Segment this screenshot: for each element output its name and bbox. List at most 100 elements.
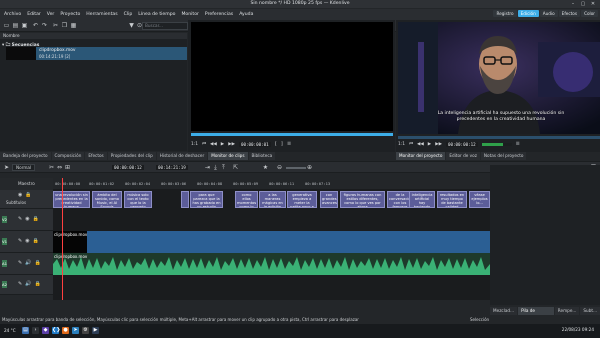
subtitle-clip[interactable]: como ellos momentos como lo consigue (235, 191, 258, 208)
video-clip-v1[interactable]: clipdropbox.mov (53, 231, 490, 253)
edit-mode-select[interactable]: Normal (12, 164, 36, 171)
prev-marker-icon[interactable]: ⏮ (202, 141, 206, 147)
project-zoom[interactable]: 1:1 (398, 142, 405, 147)
subtitle-clip[interactable]: figuras humanas con estilos diferentes, … (340, 191, 385, 208)
subtitle-clip[interactable]: generativa empieza a meter la patita poc… (287, 191, 317, 208)
filter-icon[interactable]: ▼ (128, 22, 135, 29)
maximize-icon[interactable]: ▢ (580, 1, 586, 7)
menu-preferencias[interactable]: Preferencias (205, 12, 233, 17)
edit-icon[interactable]: ✎ (18, 238, 22, 244)
kdenlive-icon[interactable]: ▶ (92, 327, 99, 334)
tab-biblioteca[interactable]: Biblioteca (248, 152, 276, 160)
track-header-subtitles[interactable]: Subtítulos ◉ 🔒 (0, 190, 53, 209)
lock-icon[interactable]: 🔒 (34, 260, 40, 266)
tab-mezclador[interactable]: Mezclad... (490, 307, 518, 315)
open-icon[interactable]: ▤ (12, 22, 19, 29)
menu-proyecto[interactable]: Proyecto (60, 12, 80, 17)
layout-edicion[interactable]: Edición (517, 10, 539, 17)
lock-icon[interactable]: 🔒 (33, 216, 39, 222)
cut-icon[interactable]: ✂ (52, 22, 59, 29)
spacer-icon[interactable]: ⇔ (56, 164, 63, 171)
clip-timecode[interactable]: 00:00:00:01 (238, 141, 271, 147)
audio-clip-a1[interactable]: clipdropbox.mov (53, 253, 490, 275)
settings-icon[interactable]: ⚙ (82, 327, 89, 334)
minimize-icon[interactable]: – (570, 1, 576, 7)
zoom-in-icon[interactable]: ⊕ (306, 164, 313, 171)
rewind-icon[interactable]: ◀◀ (417, 142, 424, 147)
project-menu-icon[interactable]: ☰ (516, 142, 520, 147)
menu-ver[interactable]: Ver (47, 12, 55, 17)
menu-herramientas[interactable]: Herramientas (86, 12, 117, 17)
bin-clip-item[interactable]: clipdropbox.mov 00:14:21:19 [2] (6, 47, 187, 60)
in-point-icon[interactable]: ⟦ (275, 142, 277, 147)
tab-pila-efectos[interactable]: Pila de efecto... (518, 307, 554, 321)
playhead[interactable] (62, 178, 63, 300)
lock-icon[interactable]: 🔒 (25, 192, 31, 198)
copy-icon[interactable]: ❐ (61, 22, 68, 29)
timeline-ruler[interactable]: 00:00:00:00 00:00:01:02 00:00:02:04 00:0… (53, 178, 490, 189)
timeline-position[interactable]: 00:00:00:12 (112, 165, 144, 170)
tab-monitor-clips[interactable]: Monitor de clips (208, 152, 248, 160)
lift-icon[interactable]: ⤒ (220, 164, 227, 171)
favorite-icon[interactable]: ★ (262, 164, 269, 171)
layout-registro[interactable]: Registro (493, 10, 517, 17)
tab-propiedades-clip[interactable]: Propiedades del clip (107, 152, 156, 160)
eye-icon[interactable]: ◉ (18, 192, 22, 198)
subtitle-clip[interactable]: una revolución sin precedentes en la cre… (53, 191, 90, 208)
paste-icon[interactable]: ▦ (70, 22, 77, 29)
app-icon[interactable]: ◆ (42, 327, 49, 334)
track-header-v1[interactable]: V1 ✎ ◉ 🔒 (0, 231, 53, 253)
subtitle-clip[interactable]: ámbito del sonido, como Music, el AI Sou… (92, 191, 122, 208)
play-icon[interactable]: ▶ (428, 142, 431, 147)
save-icon[interactable]: ▣ (21, 22, 28, 29)
undo-icon[interactable]: ↶ (32, 22, 39, 29)
overwrite-icon[interactable]: ⤓ (212, 164, 219, 171)
snap-icon[interactable]: ⊞ (64, 164, 71, 171)
play-icon[interactable]: ▶ (221, 142, 224, 147)
tab-bandeja-proyecto[interactable]: Bandeja del proyecto (0, 152, 51, 160)
subtitle-clip[interactable]: para que parezca que la has grabado en u… (190, 191, 223, 208)
menu-archivo[interactable]: Archivo (4, 12, 21, 17)
menu-monitor[interactable]: Monitor (181, 12, 198, 17)
tab-subt[interactable]: Subt... (580, 307, 600, 315)
subtitle-clip[interactable]: véase ejemplos lo... (469, 191, 490, 208)
tab-historial[interactable]: Historial de deshacer (156, 152, 208, 160)
subtitle-clip[interactable]: resultados en muy tiempo de bastante cal… (437, 191, 467, 208)
files-icon[interactable]: ▤ (22, 327, 29, 334)
eye-icon[interactable]: ◉ (25, 238, 29, 244)
tab-editor-voz[interactable]: Editor de voz (446, 152, 480, 160)
edit-icon[interactable]: ✎ (18, 260, 22, 266)
zoom-out-icon[interactable]: ⊖ (276, 164, 283, 171)
extract-icon[interactable]: ⇱ (232, 164, 239, 171)
track-header-v2[interactable]: V2 ✎ ◉ 🔒 (0, 209, 53, 231)
clip-monitor-screen[interactable] (191, 22, 393, 131)
out-point-icon[interactable]: ⟧ (281, 142, 283, 147)
timeline-zoom-slider[interactable] (286, 167, 306, 169)
clip-zoom[interactable]: 1:1 (191, 142, 198, 147)
tab-rempe[interactable]: Rempe... (554, 307, 580, 315)
subtitle-clip[interactable] (181, 191, 189, 208)
lock-icon[interactable]: 🔒 (33, 238, 39, 244)
edit-icon[interactable]: ✎ (18, 216, 22, 222)
layout-audio[interactable]: Audio (539, 10, 558, 17)
telegram-icon[interactable]: ➤ (72, 327, 79, 334)
project-monitor-screen[interactable]: La inteligencia artificial ha supuesto u… (398, 22, 600, 134)
insert-icon[interactable]: ⇥ (204, 164, 211, 171)
lock-icon[interactable]: 🔒 (34, 281, 40, 287)
tab-efectos[interactable]: Efectos (85, 152, 107, 160)
project-timecode[interactable]: 00:00:00:12 (445, 141, 478, 147)
eye-icon[interactable]: ◉ (25, 216, 29, 222)
subtitle-clip[interactable]: inteligencia artificial hay haciendo con… (409, 191, 435, 208)
menu-ayuda[interactable]: Ayuda (239, 12, 253, 17)
track-header-a1[interactable]: A1 ✎ 🔊 🔒 (0, 253, 53, 275)
rewind-icon[interactable]: ◀◀ (210, 142, 217, 147)
clip-menu-icon[interactable]: ☰ (287, 142, 291, 147)
new-project-icon[interactable]: ▭ (3, 22, 10, 29)
menu-linea-de-tiempo[interactable]: Línea de tiempo (138, 12, 175, 17)
forward-icon[interactable]: ▶▶ (228, 142, 235, 147)
edit-icon[interactable]: ✎ (18, 281, 22, 287)
menu-clip[interactable]: Clip (124, 12, 133, 17)
clip-monitor-ruler[interactable] (191, 133, 393, 136)
forward-icon[interactable]: ▶▶ (435, 142, 442, 147)
menu-editar[interactable]: Editar (27, 12, 41, 17)
